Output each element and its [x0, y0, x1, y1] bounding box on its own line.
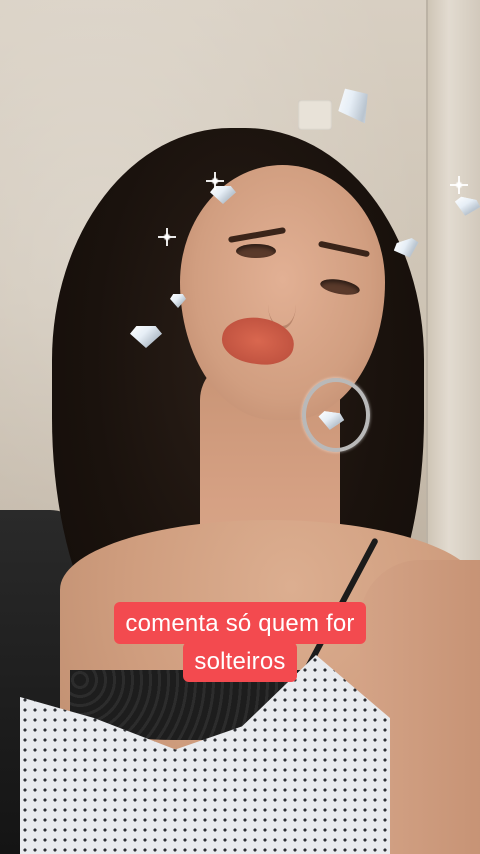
left-eye [236, 244, 276, 258]
sparkle-icon [450, 176, 468, 194]
sparkle-icon [158, 228, 176, 246]
sparkle-icon [206, 172, 224, 190]
story-caption: comenta só quem for solteiros [0, 602, 480, 682]
story-screen: comenta só quem for solteiros [0, 0, 480, 854]
caption-line-1: comenta só quem for [114, 602, 366, 644]
caption-line-2: solteiros [183, 642, 297, 682]
wall-switch [298, 100, 332, 130]
